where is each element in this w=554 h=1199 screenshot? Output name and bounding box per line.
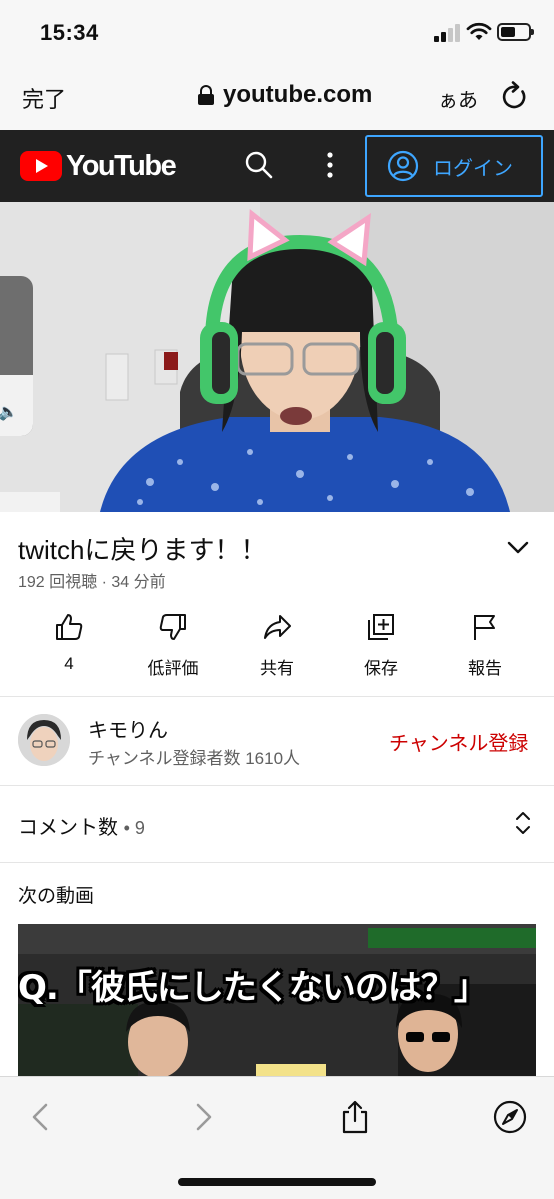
video-actions: 4 低評価 共有 保存 報告 xyxy=(0,612,554,682)
comments-header[interactable]: コメント数 • 9 xyxy=(18,811,145,840)
youtube-play-icon xyxy=(20,151,62,181)
share-label: 共有 xyxy=(260,659,294,678)
channel-avatar[interactable] xyxy=(18,714,70,766)
add-to-playlist-icon xyxy=(368,614,394,640)
like-button[interactable]: 4 xyxy=(24,612,114,682)
login-label: ログイン xyxy=(433,157,513,180)
divider xyxy=(0,862,554,863)
channel-name[interactable]: キモりん xyxy=(88,714,168,743)
browser-url-bar: 完了 youtube.com ぁあ xyxy=(0,62,554,130)
chevron-down-icon[interactable] xyxy=(506,538,530,556)
more-vert-icon[interactable] xyxy=(320,150,340,180)
thumbnail-caption: Q.「彼氏にしたくないのは？」 xyxy=(18,968,488,1008)
divider xyxy=(0,696,554,697)
avatar-image xyxy=(18,714,70,766)
save-button[interactable]: 保存 xyxy=(336,612,426,682)
save-label: 保存 xyxy=(364,659,398,678)
flag-icon xyxy=(474,615,495,640)
video-frame xyxy=(0,202,554,512)
share-icon xyxy=(264,615,291,639)
subscriber-count: チャンネル登録者数 1610人 xyxy=(88,749,301,768)
comments-count: 9 xyxy=(134,818,145,838)
dislike-button[interactable]: 低評価 xyxy=(128,612,218,682)
comments-label: コメント数 xyxy=(18,817,118,839)
youtube-logo[interactable]: YouTube xyxy=(20,149,177,182)
up-next-heading: 次の動画 xyxy=(18,886,95,907)
next-video-thumbnail[interactable]: Q.「彼氏にしたくないのは？」 xyxy=(18,924,536,1076)
done-button[interactable]: 完了 xyxy=(22,82,66,114)
thumbs-down-icon xyxy=(159,614,186,640)
divider xyxy=(0,785,554,786)
volume-slider[interactable]: 🔈 xyxy=(0,276,33,436)
youtube-header: YouTube ログイン xyxy=(0,130,554,202)
youtube-logo-text: YouTube xyxy=(66,149,177,182)
unfold-more-icon[interactable] xyxy=(514,810,532,836)
search-icon[interactable] xyxy=(244,150,274,180)
thumbs-up-icon xyxy=(56,614,83,640)
battery-icon xyxy=(497,23,534,41)
account-circle-icon xyxy=(387,150,419,182)
report-label: 報告 xyxy=(468,659,502,678)
url-text: youtube.com xyxy=(223,81,373,108)
cellular-signal-icon xyxy=(434,24,462,42)
video-title: twitchに戻ります！！ xyxy=(18,535,267,565)
status-time: 15:34 xyxy=(40,20,99,45)
address-field[interactable]: youtube.com xyxy=(198,80,372,110)
speaker-icon: 🔈 xyxy=(0,404,18,421)
lock-icon xyxy=(198,85,214,105)
video-player[interactable] xyxy=(0,202,554,512)
login-button[interactable]: ログイン xyxy=(365,135,543,197)
back-icon[interactable] xyxy=(24,1099,60,1135)
text-size-button[interactable]: ぁあ xyxy=(438,84,478,113)
subscribe-button[interactable]: チャンネル登録 xyxy=(389,727,528,756)
video-meta: 192 回視聴 · 34 分前 xyxy=(18,574,166,591)
dislike-label: 低評価 xyxy=(147,659,199,678)
ios-status-bar: 15:34 xyxy=(0,0,554,62)
compass-icon[interactable] xyxy=(492,1099,528,1135)
report-button[interactable]: 報告 xyxy=(440,612,530,682)
forward-icon[interactable] xyxy=(184,1099,220,1135)
wifi-icon xyxy=(466,22,492,40)
share-sheet-icon[interactable] xyxy=(337,1099,373,1135)
share-button[interactable]: 共有 xyxy=(232,612,322,682)
like-count: 4 xyxy=(64,654,74,673)
reload-icon[interactable] xyxy=(498,80,530,112)
home-indicator xyxy=(178,1178,376,1186)
